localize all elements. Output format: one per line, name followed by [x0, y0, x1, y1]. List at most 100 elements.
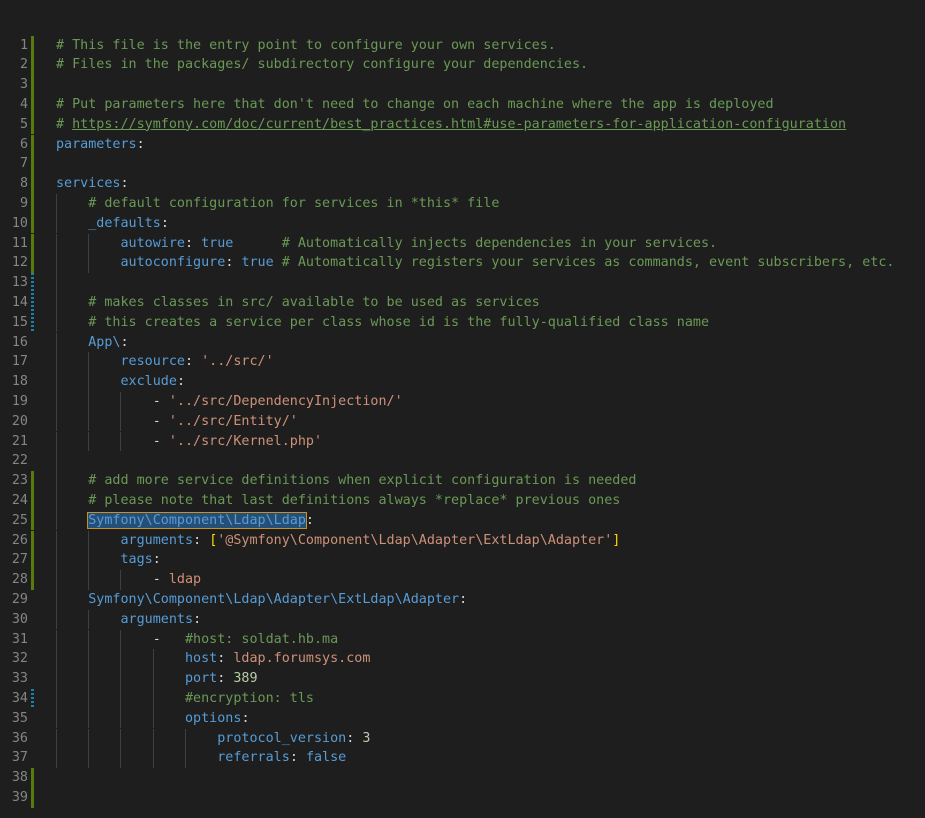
code-line[interactable]: 7 — [0, 154, 925, 175]
code-text: - '../src/Entity/' — [152, 413, 298, 429]
line-number: 2 — [19, 57, 28, 73]
line-number: 19 — [11, 393, 28, 409]
code-text: # https://symfony.com/doc/current/best_p… — [56, 116, 847, 132]
code-line[interactable]: 8 services: — [0, 174, 925, 194]
code-text: # Put parameters here that don't need to… — [56, 96, 774, 112]
code-line[interactable]: 33 port: 389 — [0, 669, 925, 689]
code-text: # please note that last definitions alwa… — [88, 492, 621, 508]
code-editor[interactable]: 1 # This file is the entry point to confi… — [0, 0, 925, 818]
code-line[interactable]: 5 # https://symfony.com/doc/current/best_… — [0, 114, 925, 135]
added-line-marker[interactable] — [31, 510, 34, 531]
added-line-marker[interactable] — [31, 471, 34, 491]
line-number: 14 — [11, 294, 28, 310]
modified-line-marker[interactable] — [31, 273, 34, 293]
line-number: 26 — [11, 532, 28, 548]
added-line-marker[interactable] — [31, 154, 34, 175]
code-line[interactable]: 23 # add more service definitions when e… — [0, 471, 925, 491]
code-line[interactable]: 30 arguments: — [0, 609, 925, 630]
line-number: 11 — [11, 235, 28, 251]
line-number: 6 — [19, 136, 28, 152]
code-text: arguments: ['@Symfony\Component\Ldap\Ada… — [120, 532, 621, 548]
code-line[interactable]: 1 # This file is the entry point to confi… — [0, 35, 925, 56]
code-line[interactable]: 18 exclude: — [0, 372, 925, 392]
code-line[interactable]: 3 — [0, 75, 925, 95]
added-line-marker[interactable] — [31, 787, 34, 808]
code-line[interactable]: 4 # Put parameters here that don't need t… — [0, 94, 925, 115]
code-line[interactable]: 2 # Files in the packages/ subdirectory c… — [0, 55, 925, 76]
line-number: 18 — [11, 374, 28, 390]
code-line[interactable]: 14 # makes classes in src/ available to … — [0, 292, 925, 313]
code-text: - #host: soldat.hb.ma — [152, 631, 339, 647]
added-line-marker[interactable] — [31, 550, 34, 571]
code-line[interactable]: 34 #encryption: tls — [0, 688, 925, 709]
added-line-marker[interactable] — [31, 94, 34, 115]
code-line[interactable]: 38 — [0, 768, 925, 788]
line-number: 34 — [11, 690, 28, 706]
code-line[interactable]: 16 App\: — [0, 332, 925, 353]
line-number: 13 — [11, 275, 28, 291]
modified-line-marker[interactable] — [31, 688, 34, 709]
line-number: 38 — [11, 770, 28, 786]
line-number: 8 — [19, 176, 28, 192]
added-line-marker[interactable] — [31, 490, 34, 511]
code-line[interactable]: 9 # default configuration for services i… — [0, 193, 925, 214]
line-number: 25 — [11, 512, 28, 528]
code-line[interactable]: 31 - #host: soldat.hb.ma — [0, 629, 925, 650]
code-line[interactable]: 6 parameters: — [0, 134, 925, 155]
code-line[interactable]: 13 — [0, 273, 925, 293]
line-number: 7 — [19, 156, 28, 172]
code-line[interactable]: 19 - '../src/DependencyInjection/' — [0, 391, 925, 412]
code-line[interactable]: 32 host: ldap.forumsys.com — [0, 649, 925, 670]
code-line[interactable]: 28 - ldap — [0, 570, 925, 590]
code-text: protocol_version: 3 — [217, 730, 371, 746]
added-line-marker[interactable] — [31, 134, 34, 155]
code-line[interactable]: 11 autowire: true # Automatically inject… — [0, 233, 925, 254]
code-text: resource: '../src/' — [120, 354, 274, 370]
line-number: 29 — [11, 591, 28, 607]
modified-line-marker[interactable] — [31, 312, 34, 333]
added-line-marker[interactable] — [31, 213, 34, 234]
code-line[interactable]: 10 _defaults: — [0, 213, 925, 234]
added-line-marker[interactable] — [31, 174, 34, 194]
added-line-marker[interactable] — [31, 570, 34, 590]
added-line-marker[interactable] — [31, 768, 34, 788]
added-line-marker[interactable] — [31, 233, 34, 254]
added-line-marker[interactable] — [31, 114, 34, 135]
added-line-marker[interactable] — [31, 253, 34, 274]
code-line[interactable]: 39 — [0, 787, 925, 808]
code-line[interactable]: 24 # please note that last definitions a… — [0, 490, 925, 511]
modified-line-marker[interactable] — [31, 292, 34, 313]
code-text: tags: — [120, 552, 161, 568]
code-line[interactable]: 12 autoconfigure: true # Automatically r… — [0, 253, 925, 274]
code-line[interactable]: 37 referrals: false — [0, 748, 925, 769]
added-line-marker[interactable] — [31, 75, 34, 95]
added-line-marker[interactable] — [31, 35, 34, 56]
code-line[interactable]: 20 - '../src/Entity/' — [0, 411, 925, 432]
line-number: 39 — [11, 789, 28, 805]
line-number: 1 — [19, 37, 28, 53]
added-line-marker[interactable] — [31, 193, 34, 214]
code-line[interactable]: 15 # this creates a service per class wh… — [0, 312, 925, 333]
line-number: 9 — [19, 195, 28, 211]
code-line[interactable]: 21 - '../src/Kernel.php' — [0, 431, 925, 452]
code-line[interactable]: 26 arguments: ['@Symfony\Component\Ldap\… — [0, 530, 925, 551]
code-line[interactable]: 35 options: — [0, 708, 925, 729]
line-number: 16 — [11, 334, 28, 350]
added-line-marker[interactable] — [31, 55, 34, 76]
code-line[interactable]: 17 resource: '../src/' — [0, 352, 925, 373]
line-number: 36 — [11, 730, 28, 746]
code-line[interactable]: 25 Symfony\Component\Ldap\Ldap: — [0, 510, 925, 531]
line-number: 20 — [11, 413, 28, 429]
code-line[interactable]: 36 protocol_version: 3 — [0, 728, 925, 749]
code-text: # makes classes in src/ available to be … — [88, 294, 540, 310]
code-text: services: — [56, 176, 129, 192]
line-number: 21 — [11, 433, 28, 449]
code-text: Symfony\Component\Ldap\Adapter\ExtLdap\A… — [88, 591, 468, 607]
line-number: 30 — [11, 611, 28, 627]
line-number: 28 — [11, 572, 28, 588]
added-line-marker[interactable] — [31, 530, 34, 551]
code-line[interactable]: 29 Symfony\Component\Ldap\Adapter\ExtLda… — [0, 589, 925, 610]
code-line[interactable]: 27 tags: — [0, 550, 925, 571]
code-text: Symfony\Component\Ldap\Ldap: — [87, 511, 314, 529]
code-line[interactable]: 22 — [0, 451, 925, 472]
